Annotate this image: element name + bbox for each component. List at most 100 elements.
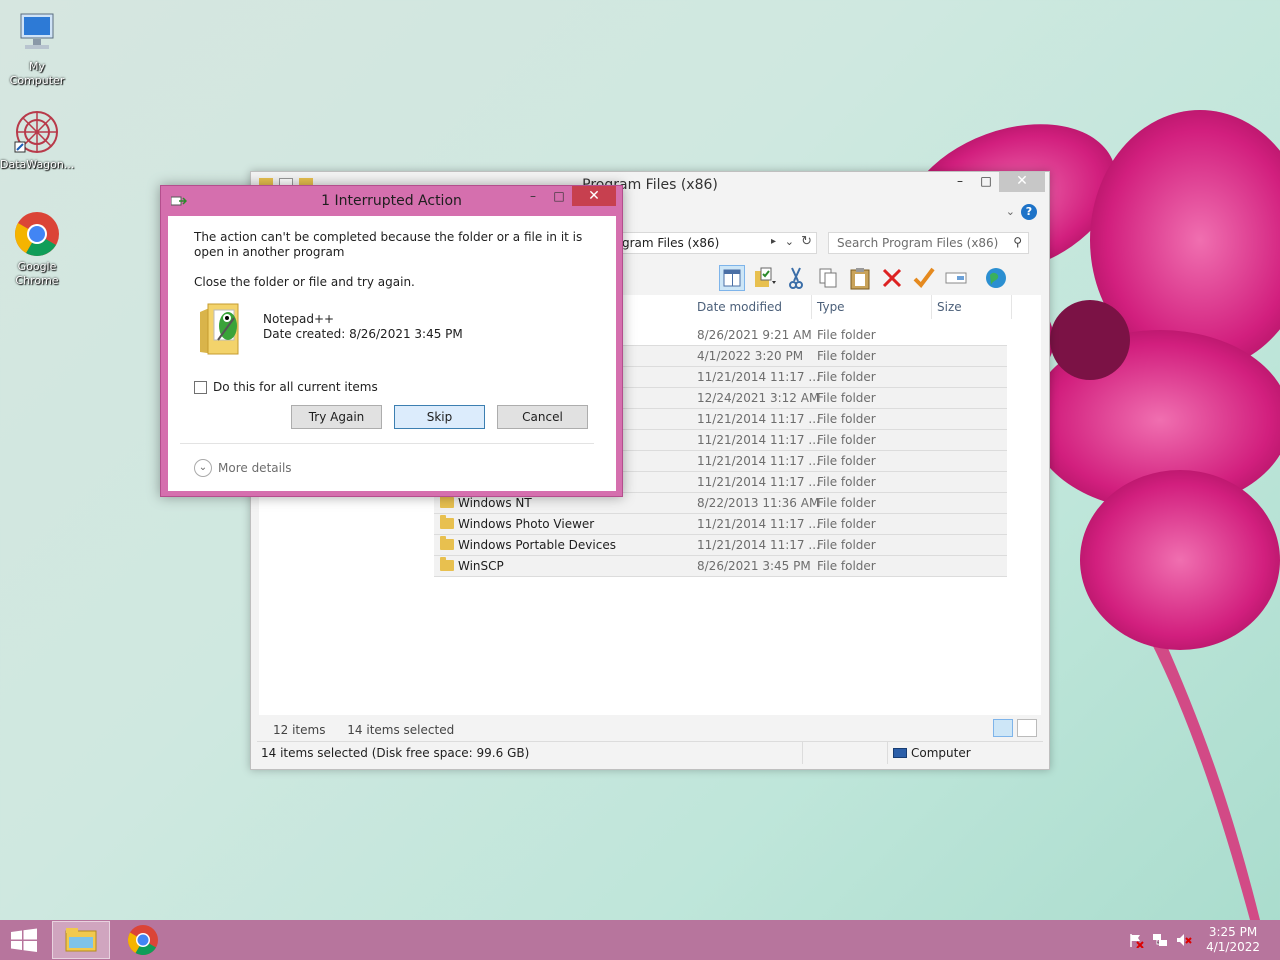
file-name: Notepad++ [263, 312, 335, 326]
column-divider[interactable] [1011, 295, 1012, 319]
checkbox-label: Do this for all current items [213, 380, 378, 394]
desktop-icon-datawagon[interactable]: DataWagon... [0, 108, 74, 172]
view-switcher [993, 719, 1037, 737]
file-date: 11/21/2014 11:17 ... [697, 370, 820, 384]
column-divider[interactable] [811, 295, 812, 319]
file-date: 4/1/2022 3:20 PM [697, 349, 804, 363]
column-type[interactable]: Type [817, 300, 845, 314]
start-button[interactable] [0, 920, 48, 960]
folder-icon [440, 515, 454, 529]
file-type: File folder [817, 349, 876, 363]
notepad-folder-icon [198, 298, 246, 356]
instruction-text: Close the folder or file and try again. [194, 275, 415, 289]
status-zone: Computer [893, 746, 971, 760]
folder-icon [440, 557, 454, 571]
file-explorer-icon [65, 928, 97, 952]
details-view-icon[interactable] [993, 719, 1013, 737]
file-date: 11/21/2014 11:17 ... [697, 517, 820, 531]
cut-icon[interactable] [783, 265, 809, 291]
globe-icon[interactable] [983, 265, 1009, 291]
minimize-button[interactable]: – [520, 186, 546, 206]
delete-icon[interactable] [879, 265, 905, 291]
file-type: File folder [817, 559, 876, 573]
action-center-flag-icon[interactable] [1128, 932, 1144, 949]
desktop-icon-google-chrome[interactable]: Google Chrome [0, 210, 74, 288]
network-icon[interactable] [1152, 932, 1168, 948]
close-button[interactable]: ✕ [572, 186, 616, 206]
file-type: File folder [817, 517, 876, 531]
checkmark-icon[interactable] [911, 265, 937, 291]
more-details-label: More details [218, 461, 292, 475]
status-location: Computer [911, 746, 971, 760]
taskbar-google-chrome[interactable] [118, 920, 168, 960]
volume-muted-icon[interactable] [1176, 932, 1192, 948]
clock-time: 3:25 PM [1208, 925, 1258, 939]
desktop-icon-my-computer[interactable]: My Computer [0, 10, 74, 88]
file-date: 11/21/2014 11:17 ... [697, 433, 820, 447]
column-date-modified[interactable]: Date modified [697, 300, 782, 314]
large-icons-view-icon[interactable] [1017, 719, 1037, 737]
apply-all-checkbox[interactable]: Do this for all current items [194, 380, 378, 394]
cancel-button[interactable]: Cancel [497, 405, 588, 429]
file-date: 8/26/2021 3:45 PM [697, 559, 811, 573]
copy-icon[interactable] [815, 265, 841, 291]
file-type: File folder [817, 370, 876, 384]
datawagon-icon [13, 108, 61, 156]
minimize-button[interactable]: – [947, 172, 973, 192]
file-type: File folder [817, 433, 876, 447]
folder-icon [440, 536, 454, 550]
file-type: File folder [817, 475, 876, 489]
system-tray [1128, 932, 1192, 949]
maximize-button[interactable]: □ [546, 186, 572, 206]
skip-button[interactable]: Skip [394, 405, 485, 429]
dialog-body: The action can't be completed because th… [168, 216, 616, 491]
close-button[interactable]: ✕ [999, 172, 1045, 192]
preview-pane-icon[interactable] [719, 265, 745, 291]
computer-icon [13, 10, 61, 58]
table-row[interactable]: WinSCP 8/26/2021 3:45 PM File folder [434, 556, 1007, 577]
search-placeholder: Search Program Files (x86) [837, 236, 999, 250]
file-type: File folder [817, 328, 876, 342]
file-type: File folder [817, 454, 876, 468]
desktop-icon-label: Google Chrome [15, 260, 59, 287]
status-bar: 14 items selected (Disk free space: 99.6… [257, 741, 1043, 764]
search-icon[interactable]: ⚲ [1013, 235, 1022, 249]
error-message: The action can't be completed because th… [194, 230, 583, 259]
paste-icon[interactable] [847, 265, 873, 291]
file-date: 11/21/2014 11:17 ... [697, 412, 820, 426]
breadcrumb[interactable]: gram Files (x86) [622, 236, 719, 250]
table-row[interactable]: Windows Photo Viewer 11/21/2014 11:17 ..… [434, 514, 1007, 535]
file-name: Windows Portable Devices [458, 538, 616, 552]
interrupted-action-dialog: 1 Interrupted Action – □ ✕ The action ca… [160, 185, 623, 497]
file-date: 11/21/2014 11:17 ... [697, 454, 820, 468]
search-input[interactable]: Search Program Files (x86) ⚲ [828, 232, 1029, 254]
checkbox[interactable] [194, 380, 207, 394]
file-date: 11/21/2014 11:17 ... [697, 475, 820, 489]
status-divider [887, 742, 888, 764]
file-date: 12/24/2021 3:12 AM [697, 391, 820, 405]
table-row[interactable]: Windows Portable Devices 11/21/2014 11:1… [434, 535, 1007, 556]
column-size[interactable]: Size [937, 300, 962, 314]
chevron-right-icon[interactable]: ▸ [771, 236, 776, 247]
chevron-down-icon[interactable]: ⌄ [785, 235, 794, 248]
chevron-down-icon[interactable]: ⌄ [194, 459, 212, 477]
properties-icon[interactable] [751, 265, 777, 291]
file-date: 11/21/2014 11:17 ... [697, 538, 820, 552]
desktop-icon-label: DataWagon... [0, 158, 75, 171]
command-toolbar [719, 262, 1009, 294]
refresh-icon[interactable]: ↻ [801, 234, 812, 249]
try-again-button[interactable]: Try Again [291, 405, 382, 429]
taskbar-file-explorer[interactable] [52, 921, 110, 959]
divider [180, 443, 594, 444]
dialog-titlebar[interactable]: 1 Interrupted Action – □ ✕ [161, 186, 622, 216]
taskbar-clock[interactable]: 3:25 PM 4/1/2022 [1206, 925, 1260, 955]
column-divider[interactable] [931, 295, 932, 319]
expand-ribbon-icon[interactable]: ⌄ [1006, 205, 1015, 218]
more-details-toggle[interactable]: ⌄ More details [194, 459, 292, 477]
rename-icon[interactable] [943, 265, 969, 291]
help-icon[interactable]: ? [1021, 204, 1037, 220]
chrome-icon [127, 925, 158, 956]
desktop-icon-label: My Computer [9, 60, 65, 87]
maximize-button[interactable]: □ [973, 172, 999, 192]
file-name: Windows NT [458, 496, 532, 510]
